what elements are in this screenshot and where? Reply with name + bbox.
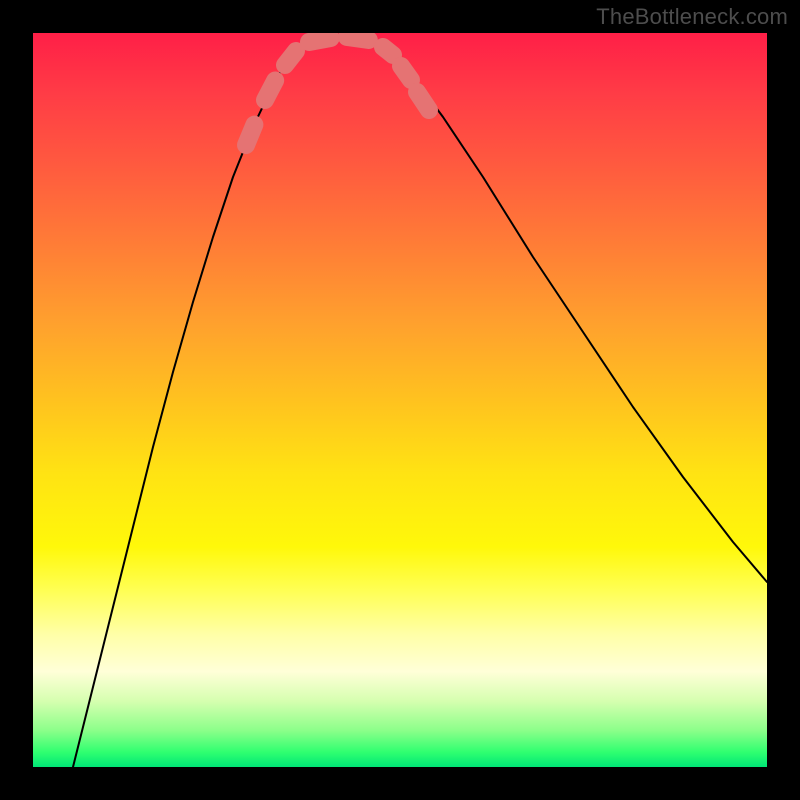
curves-svg — [33, 33, 767, 767]
plot-area — [33, 33, 767, 767]
curve-left — [73, 41, 313, 767]
watermark-text: TheBottleneck.com — [596, 4, 788, 30]
highlight-dash — [347, 37, 369, 40]
highlight-dash — [309, 38, 331, 42]
highlight-dash — [265, 77, 277, 100]
highlight-dash — [285, 51, 296, 65]
curve-right — [373, 41, 767, 582]
highlight-dash — [417, 92, 429, 110]
highlight-dash — [401, 66, 411, 80]
highlight-markers — [246, 37, 429, 145]
highlight-dash — [383, 47, 393, 55]
chart-stage: TheBottleneck.com — [0, 0, 800, 800]
highlight-dash — [246, 116, 258, 145]
